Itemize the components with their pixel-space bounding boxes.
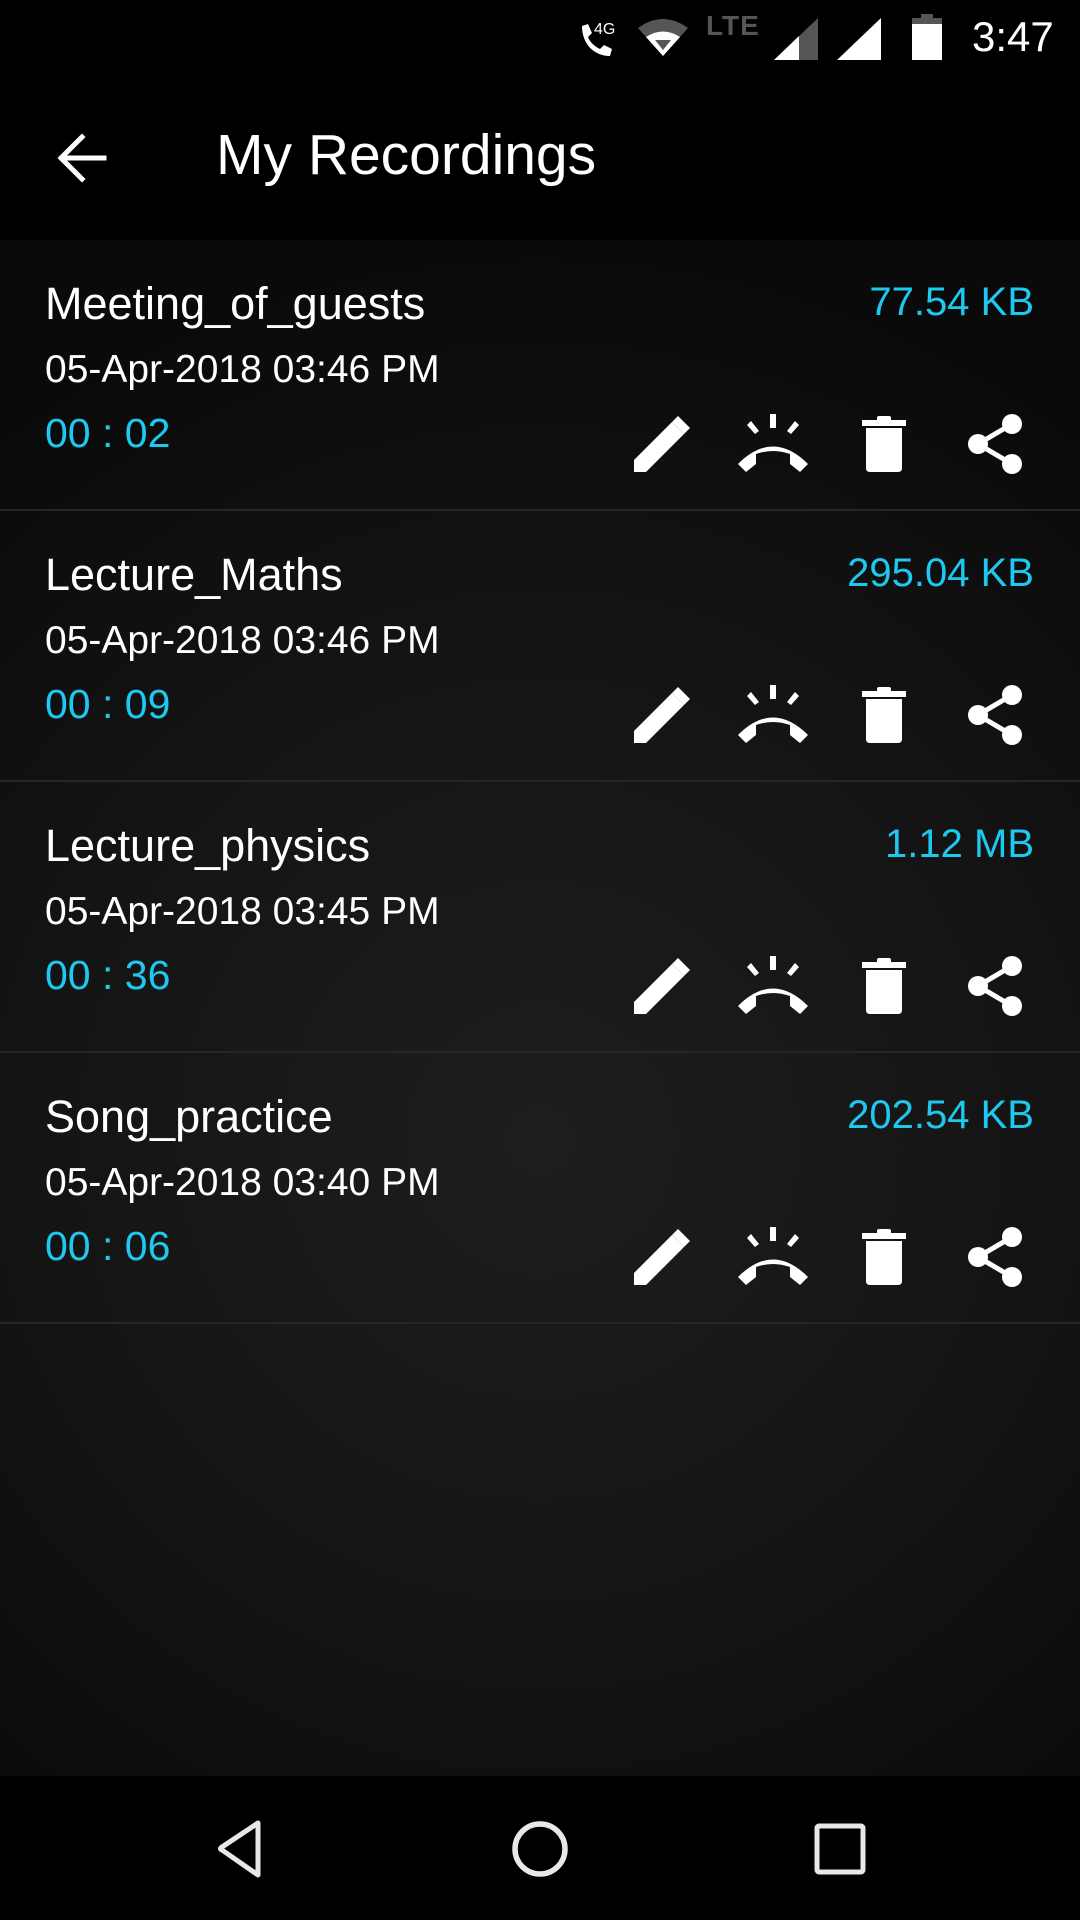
edit-icon xyxy=(632,685,692,745)
recording-actions xyxy=(606,1223,1050,1291)
set-ringtone-button[interactable] xyxy=(717,952,828,1020)
recording-name: Song_practice xyxy=(45,1091,333,1142)
delete-icon xyxy=(861,958,906,1014)
recording-item[interactable]: Song_practice 05-Apr-2018 03:40 PM 00 : 06… xyxy=(0,1053,1080,1324)
recording-duration: 00 : 36 xyxy=(45,952,171,998)
wifi-calling-icon: 4G xyxy=(582,21,615,56)
recording-name: Lecture_Maths xyxy=(45,549,343,600)
share-button[interactable] xyxy=(939,681,1050,749)
wifi-icon xyxy=(638,19,688,56)
recording-item[interactable]: Lecture_Maths 05-Apr-2018 03:46 PM 00 : 09… xyxy=(0,511,1080,782)
share-icon xyxy=(967,1226,1023,1288)
clock: 3:47 xyxy=(972,13,1054,60)
rename-button[interactable] xyxy=(606,1223,717,1291)
delete-icon xyxy=(861,416,906,472)
share-icon xyxy=(967,413,1023,475)
arrow-back-icon xyxy=(57,133,107,183)
lte-label: LTE xyxy=(706,10,760,41)
share-icon xyxy=(967,955,1023,1017)
ringtone-icon xyxy=(736,1227,810,1287)
recording-actions xyxy=(606,410,1050,478)
rename-button[interactable] xyxy=(606,952,717,1020)
recording-date: 05-Apr-2018 03:45 PM xyxy=(45,890,440,933)
rename-button[interactable] xyxy=(606,410,717,478)
share-button[interactable] xyxy=(939,1223,1050,1291)
set-ringtone-button[interactable] xyxy=(717,681,828,749)
delete-button[interactable] xyxy=(828,681,939,749)
status-bar: 4G LTE 3:47 xyxy=(0,0,1080,72)
edit-icon xyxy=(632,956,692,1016)
app-toolbar: My Recordings xyxy=(0,72,1080,240)
rename-button[interactable] xyxy=(606,681,717,749)
recording-size: 295.04 KB xyxy=(847,551,1034,595)
edit-icon xyxy=(632,1227,692,1287)
share-button[interactable] xyxy=(939,952,1050,1020)
recording-date: 05-Apr-2018 03:46 PM xyxy=(45,348,440,391)
nav-back-icon xyxy=(218,1820,261,1878)
recording-size: 77.54 KB xyxy=(869,280,1034,324)
recording-date: 05-Apr-2018 03:40 PM xyxy=(45,1161,440,1204)
delete-icon xyxy=(861,687,906,743)
nav-recents-icon xyxy=(814,1823,866,1875)
recording-size: 202.54 KB xyxy=(847,1093,1034,1137)
edit-icon xyxy=(632,414,692,474)
delete-icon xyxy=(861,1229,906,1285)
recording-duration: 00 : 02 xyxy=(45,410,171,456)
ringtone-icon xyxy=(736,685,810,745)
recording-duration: 00 : 09 xyxy=(45,681,171,727)
recording-item[interactable]: Meeting_of_guests 05-Apr-2018 03:46 PM 00 … xyxy=(0,240,1080,511)
cell-signal-icon xyxy=(774,18,818,60)
system-nav-bar xyxy=(0,1776,1080,1920)
svg-text:4G: 4G xyxy=(594,21,615,38)
recording-size: 1.12 MB xyxy=(885,822,1034,866)
recordings-list: Meeting_of_guests 05-Apr-2018 03:46 PM 00 … xyxy=(0,240,1080,1776)
delete-button[interactable] xyxy=(828,952,939,1020)
ringtone-icon xyxy=(736,956,810,1016)
recording-actions xyxy=(606,681,1050,749)
set-ringtone-button[interactable] xyxy=(717,410,828,478)
recording-item[interactable]: Lecture_physics 05-Apr-2018 03:45 PM 00 : … xyxy=(0,782,1080,1053)
back-button[interactable] xyxy=(42,118,122,198)
nav-home-button[interactable] xyxy=(490,1804,590,1894)
ringtone-icon xyxy=(736,414,810,474)
nav-recents-button[interactable] xyxy=(790,1804,890,1894)
recording-duration: 00 : 06 xyxy=(45,1223,171,1269)
recording-name: Lecture_physics xyxy=(45,820,371,871)
share-button[interactable] xyxy=(939,410,1050,478)
recording-date: 05-Apr-2018 03:46 PM xyxy=(45,619,440,662)
share-icon xyxy=(967,684,1023,746)
cell-signal-icon xyxy=(837,18,881,60)
delete-button[interactable] xyxy=(828,1223,939,1291)
page-title: My Recordings xyxy=(216,123,597,187)
set-ringtone-button[interactable] xyxy=(717,1223,828,1291)
recording-actions xyxy=(606,952,1050,1020)
nav-back-button[interactable] xyxy=(192,1804,292,1894)
recording-name: Meeting_of_guests xyxy=(45,278,426,329)
battery-icon xyxy=(912,14,942,60)
delete-button[interactable] xyxy=(828,410,939,478)
nav-home-icon xyxy=(512,1821,568,1877)
